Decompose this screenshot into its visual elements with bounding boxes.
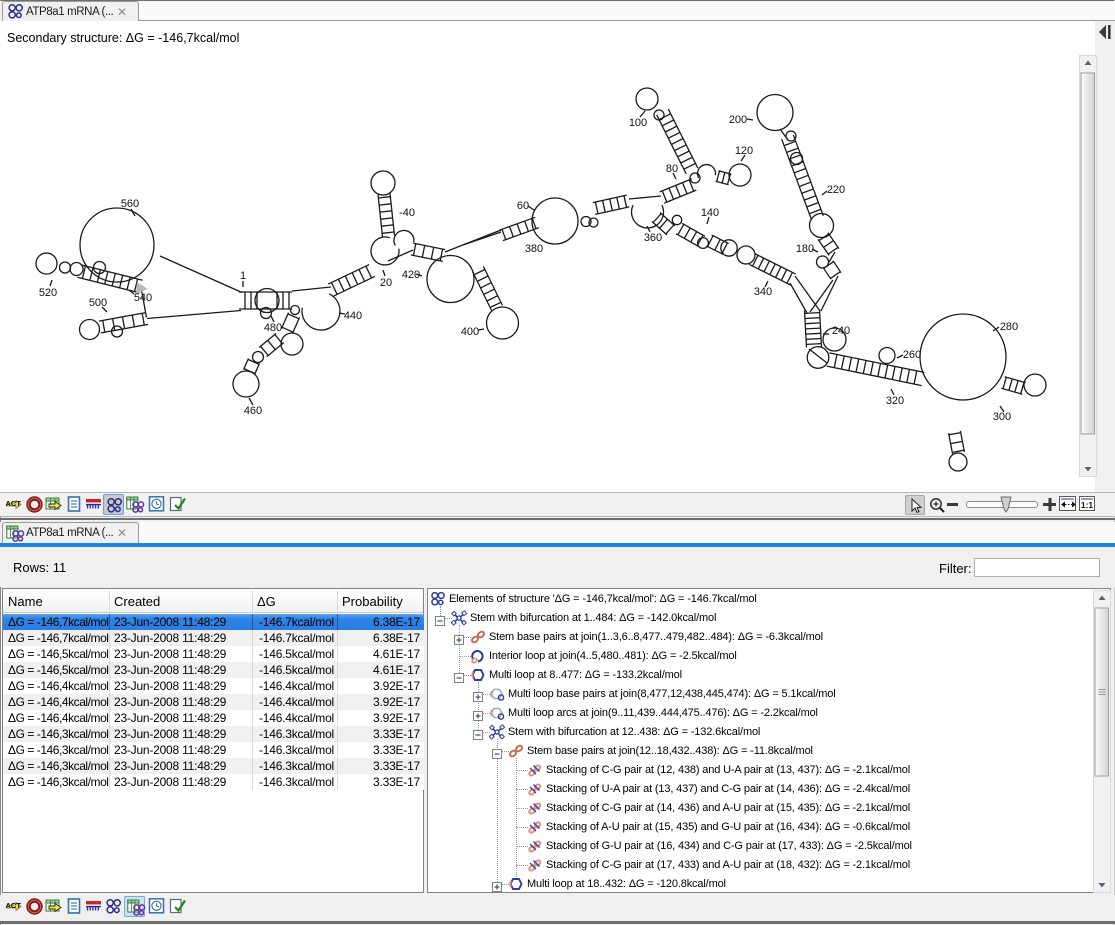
svg-text:460: 460 [244,405,262,417]
svg-text:100: 100 [629,117,647,129]
svg-text:220: 220 [827,184,845,196]
svg-text:540: 540 [134,292,152,304]
svg-text:1: 1 [240,270,246,282]
svg-text:420: 420 [402,269,420,281]
svg-text:340: 340 [754,286,772,298]
svg-text:500: 500 [89,297,107,309]
svg-text:560: 560 [121,198,139,210]
svg-text:-40: -40 [399,207,415,219]
svg-text:80: 80 [666,163,678,175]
svg-text:380: 380 [525,243,543,255]
svg-text:180: 180 [796,243,814,255]
svg-text:ACT: ACT [6,499,22,508]
svg-text:300: 300 [993,411,1011,423]
svg-text:480: 480 [264,322,282,334]
svg-text:440: 440 [344,310,362,322]
svg-text:200: 200 [729,114,747,126]
svg-text:120: 120 [735,145,753,157]
svg-text:520: 520 [39,287,57,299]
svg-text:400: 400 [461,326,479,338]
svg-text:260: 260 [903,349,921,361]
svg-text:140: 140 [701,207,719,219]
svg-text:ACT: ACT [6,901,22,910]
svg-text:60: 60 [517,200,529,212]
svg-text:240: 240 [832,325,850,337]
svg-text:280: 280 [1000,321,1018,333]
svg-text:20: 20 [380,277,392,289]
svg-text:320: 320 [886,395,904,407]
svg-text:360: 360 [644,232,662,244]
